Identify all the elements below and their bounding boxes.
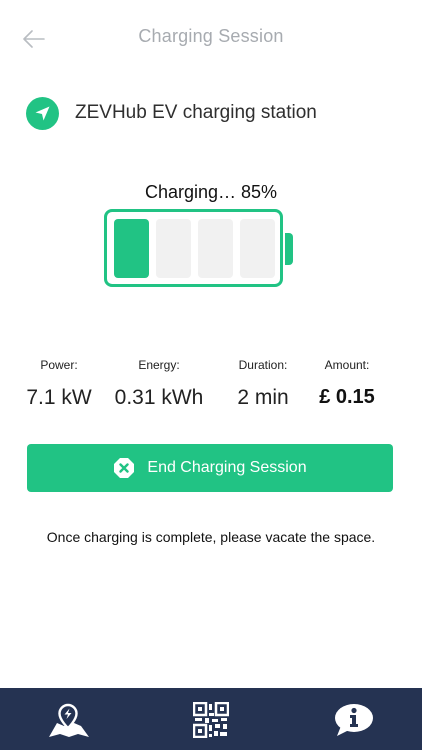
stat-power-value: 7.1 kW: [26, 386, 92, 409]
vacate-notice: Once charging is complete, please vacate…: [46, 529, 376, 545]
session-stats: Power: 7.1 kW Energy: 0.31 kWh Duration:…: [0, 358, 422, 418]
info-chat-icon: [335, 704, 373, 736]
navigation-arrow-icon: [26, 96, 59, 130]
stat-energy-value: 0.31 kWh: [114, 386, 204, 409]
nav-info-button[interactable]: [332, 700, 376, 740]
stat-amount-label: Amount:: [324, 358, 370, 372]
page-title: Charging Session: [138, 26, 284, 46]
end-charging-session-button[interactable]: End Charging Session: [27, 444, 393, 492]
stat-amount-value: £ 0.15: [319, 386, 375, 408]
station-name: ZEVHub EV charging station: [75, 102, 317, 123]
map-charging-icon: [49, 703, 89, 737]
close-octagon-icon: [114, 458, 135, 478]
battery-cell: [240, 219, 275, 278]
stat-amount: Amount: £ 0.15: [297, 358, 397, 409]
stat-power: Power: 7.1 kW: [9, 358, 109, 410]
stat-energy: Energy: 0.31 kWh: [109, 358, 209, 410]
end-charging-session-label: End Charging Session: [147, 459, 307, 476]
battery-cell: [198, 219, 233, 278]
battery-tip: [285, 233, 293, 265]
station-row: ZEVHub EV charging station: [26, 96, 317, 130]
charging-status: Charging… 85%: [144, 182, 278, 202]
charging-session-screen: Charging Session ZEVHub EV charging stat…: [0, 0, 422, 750]
header: Charging Session: [0, 0, 422, 78]
qr-code-icon: [193, 702, 229, 738]
battery-cell: [156, 219, 191, 278]
nav-qr-scan-button[interactable]: [189, 700, 233, 740]
battery-cell: [114, 219, 149, 278]
nav-map-button[interactable]: [47, 700, 91, 740]
bottom-nav: [0, 688, 422, 750]
stat-power-label: Power:: [40, 358, 78, 372]
stat-energy-label: Energy:: [138, 358, 180, 372]
battery-indicator: [104, 209, 283, 287]
